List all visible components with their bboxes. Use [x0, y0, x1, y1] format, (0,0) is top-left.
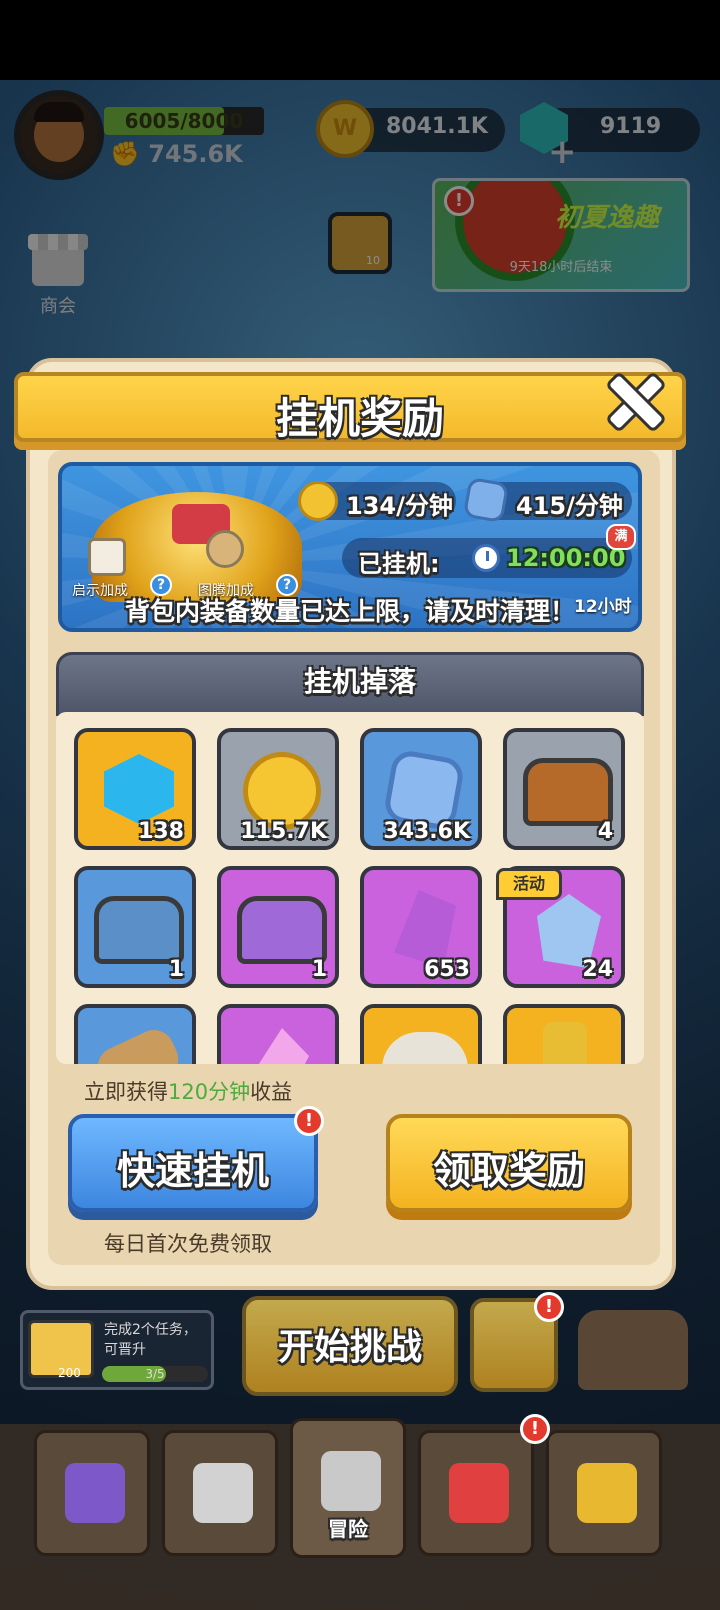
- game-screen: 6005/8000 ✊ 745.6K 8041.1K + 9119 商会 10 …: [0, 0, 720, 1610]
- wood-log-icon: [91, 1023, 185, 1064]
- tab-trophy[interactable]: [546, 1430, 662, 1556]
- tab-label: 冒险: [328, 1517, 368, 1541]
- totem-icon: [206, 530, 244, 568]
- instant-minutes: 120分钟: [168, 1080, 251, 1104]
- event-tag: 活动: [496, 868, 562, 900]
- drop-item[interactable]: 4: [503, 728, 625, 850]
- viking-helmet-icon: [193, 1463, 253, 1523]
- quick-idle-alert-icon: !: [294, 1106, 324, 1136]
- start-challenge-label: 开始挑战: [277, 1327, 422, 1368]
- golden-key-icon: [543, 1022, 587, 1064]
- full-badge: 满: [606, 524, 636, 550]
- tab-sword-scroll[interactable]: [34, 1430, 150, 1556]
- drop-item-count: 115.7K: [240, 819, 327, 844]
- wooden-chest-icon: [523, 758, 613, 826]
- trophy-icon: [577, 1463, 637, 1523]
- tab-target[interactable]: [418, 1430, 534, 1556]
- daily-free-text: 每日首次免费领取: [104, 1232, 272, 1256]
- claim-reward-button[interactable]: 领取奖励: [386, 1114, 632, 1212]
- drop-item[interactable]: 1: [74, 866, 196, 988]
- drop-item[interactable]: [74, 1004, 196, 1064]
- drop-item[interactable]: 343.6K: [360, 728, 482, 850]
- purple-chest-icon: [237, 896, 327, 964]
- quick-idle-label: 快速挂机: [116, 1149, 269, 1193]
- scroll-icon: [88, 538, 126, 576]
- drop-item[interactable]: [360, 1004, 482, 1064]
- drop-item[interactable]: 1: [217, 866, 339, 988]
- quest-progress-text: 3/5: [145, 1367, 165, 1381]
- stone-rate: 415/分钟: [516, 492, 623, 520]
- instant-prefix: 立即获得: [84, 1080, 168, 1104]
- clock-icon: [472, 544, 500, 572]
- close-icon[interactable]: [604, 370, 660, 426]
- coin-rate: 134/分钟: [346, 492, 453, 520]
- steel-chest-icon: [94, 896, 184, 964]
- crossed-swords-icon: [321, 1451, 381, 1511]
- idle-time: 12:00:00: [506, 544, 626, 572]
- idle-label: 已挂机:: [358, 550, 440, 578]
- tab-viking-helmet[interactable]: [162, 1430, 278, 1556]
- quest-text: 完成2个任务，可晋升: [104, 1322, 197, 1358]
- drop-item-count: 343.6K: [383, 819, 470, 844]
- drop-item-count: 24: [582, 957, 613, 982]
- idle-limit: 12小时: [574, 597, 632, 617]
- horn-helmet-icon: [382, 1032, 468, 1064]
- drops-title: 挂机掉落: [303, 665, 416, 698]
- target-tab-alert-icon: !: [520, 1414, 550, 1444]
- sword-scroll-icon: [65, 1463, 125, 1523]
- quest-reward: 200: [58, 1366, 81, 1380]
- target-icon: [449, 1463, 509, 1523]
- gold-coin-icon: [298, 481, 338, 521]
- drop-item[interactable]: [503, 1004, 625, 1064]
- instant-suffix: 收益: [250, 1080, 293, 1104]
- drop-item-count: 1: [168, 957, 184, 982]
- pink-shard-icon: [255, 1028, 309, 1064]
- drop-item-count: 1: [311, 957, 327, 982]
- drop-item[interactable]: 138: [74, 728, 196, 850]
- status-bar: [0, 0, 720, 80]
- blue-gem-icon: [104, 754, 174, 824]
- spiral-stone-icon: [462, 476, 510, 524]
- bag-full-notice: 背包内装备数量已达上限，请及时清理！: [124, 597, 575, 626]
- drop-item-count: 653: [424, 957, 470, 982]
- instant-reward-text: 立即获得120分钟收益: [84, 1076, 292, 1106]
- quick-idle-button[interactable]: 快速挂机: [68, 1114, 318, 1212]
- claim-reward-label: 领取奖励: [432, 1149, 585, 1193]
- drop-item-count: 138: [138, 819, 184, 844]
- drop-item[interactable]: [217, 1004, 339, 1064]
- battle-alert-icon: !: [534, 1292, 564, 1322]
- chest-icon[interactable]: [578, 1310, 688, 1390]
- drop-item-count: 4: [597, 819, 613, 844]
- quest-progress: 3/5: [102, 1366, 208, 1382]
- drop-item[interactable]: 115.7K: [217, 728, 339, 850]
- tab-crossed-swords[interactable]: 冒险: [290, 1418, 406, 1558]
- drop-item[interactable]: 653: [360, 866, 482, 988]
